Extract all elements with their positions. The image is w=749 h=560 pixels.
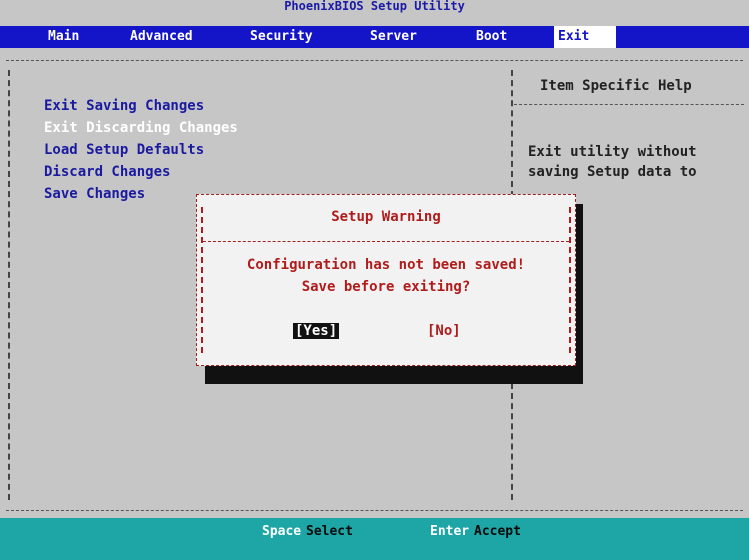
- menu-bar: Main Advanced Security Server Boot Exit: [0, 26, 749, 48]
- select-label: Select: [306, 524, 353, 539]
- status-bar: Space Select Enter Accept: [0, 518, 749, 560]
- menu-security[interactable]: Security: [246, 26, 317, 48]
- dialog-question: Save before exiting?: [301, 279, 471, 295]
- option-exit-discarding-changes[interactable]: Exit Discarding Changes: [44, 120, 238, 136]
- space-key: Space: [262, 524, 302, 539]
- option-discard-changes[interactable]: Discard Changes: [44, 164, 170, 180]
- no-button[interactable]: [No]: [425, 323, 463, 339]
- accept-label: Accept: [474, 524, 521, 539]
- left-border: [8, 70, 10, 500]
- setup-warning-dialog: Setup Warning Configuration has not been…: [196, 194, 576, 366]
- menu-advanced[interactable]: Advanced: [126, 26, 197, 48]
- enter-key: Enter: [430, 524, 470, 539]
- top-divider: [6, 60, 743, 61]
- menu-server[interactable]: Server: [366, 26, 421, 48]
- menu-boot[interactable]: Boot: [472, 26, 511, 48]
- help-divider: [514, 104, 744, 105]
- dialog-title: Setup Warning: [331, 209, 441, 225]
- option-exit-saving-changes[interactable]: Exit Saving Changes: [44, 98, 204, 114]
- option-load-setup-defaults[interactable]: Load Setup Defaults: [44, 142, 204, 158]
- bottom-divider: [6, 510, 743, 511]
- menu-exit[interactable]: Exit: [554, 26, 616, 48]
- yes-button[interactable]: [Yes]: [293, 323, 340, 339]
- dialog-message: Configuration has not been saved!: [246, 257, 526, 273]
- window-title: PhoenixBIOS Setup Utility: [0, 0, 749, 12]
- help-line: saving Setup data to: [528, 164, 697, 180]
- option-save-changes[interactable]: Save Changes: [44, 186, 145, 202]
- dialog-separator: [203, 241, 569, 242]
- help-title: Item Specific Help: [540, 78, 692, 94]
- help-line: Exit utility without: [528, 144, 697, 160]
- menu-main[interactable]: Main: [44, 26, 83, 48]
